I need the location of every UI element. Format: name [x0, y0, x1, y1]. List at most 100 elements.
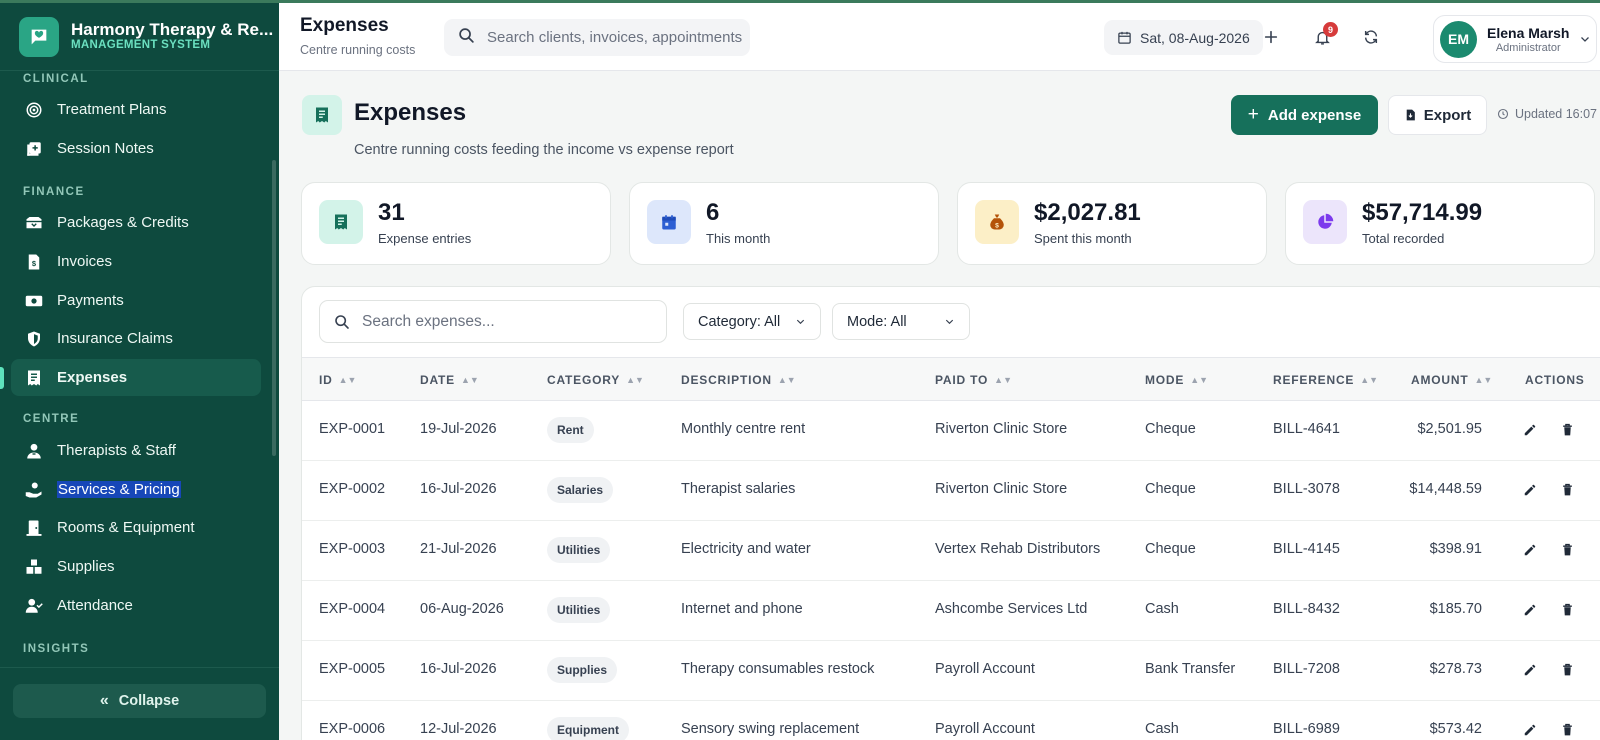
sidebar-item-supplies[interactable]: Supplies — [11, 548, 261, 585]
stat-value: $57,714.99 — [1362, 199, 1483, 226]
brand[interactable]: Harmony Therapy & Re... MANAGEMENT SYSTE… — [0, 3, 279, 71]
table-row[interactable]: EXP-0006 12-Jul-2026 Equipment Sensory swin… — [302, 701, 1600, 740]
cell-date: 06-Aug-2026 — [420, 601, 504, 617]
sidebar-scrollbar[interactable] — [272, 160, 276, 456]
collapse-button[interactable]: « Collapse — [13, 684, 266, 718]
door-icon — [25, 519, 43, 537]
table-row[interactable]: EXP-0004 06-Aug-2026 Utilities Internet and… — [302, 581, 1600, 641]
sidebar-item-rooms-equipment[interactable]: Rooms & Equipment — [11, 509, 261, 546]
sidebar-item-treatment-plans[interactable]: Treatment Plans — [11, 91, 261, 128]
delete-icon[interactable] — [1558, 481, 1576, 499]
edit-icon[interactable] — [1521, 601, 1539, 619]
sidebar-item-payments[interactable]: Payments — [11, 282, 261, 319]
mode-filter[interactable]: Mode: All — [832, 303, 970, 340]
stat-card-entries: 31 Expense entries — [301, 182, 611, 265]
category-filter[interactable]: Category: All — [683, 303, 821, 340]
stat-label: Total recorded — [1362, 231, 1445, 246]
calendar-icon — [647, 200, 691, 244]
sort-icon: ▲▼ — [1474, 375, 1493, 385]
edit-icon[interactable] — [1521, 421, 1539, 439]
cell-paid-to: Riverton Clinic Store — [935, 481, 1068, 497]
table-row[interactable]: EXP-0005 16-Jul-2026 Supplies Therapy consu… — [302, 641, 1600, 701]
column-header-mode[interactable]: MODE ▲▼ — [1145, 373, 1208, 387]
table-search[interactable] — [319, 300, 667, 343]
cell-date: 19-Jul-2026 — [420, 421, 497, 437]
global-search[interactable] — [444, 19, 750, 56]
stat-label: This month — [706, 231, 771, 246]
sort-icon: ▲▼ — [777, 375, 796, 385]
page-subtitle: Centre running costs feeding the income … — [354, 142, 734, 158]
category-badge: Equipment — [547, 717, 629, 740]
sidebar-item-label: Supplies — [57, 558, 115, 575]
column-header-description[interactable]: DESCRIPTION ▲▼ — [681, 373, 796, 387]
global-search-input[interactable] — [487, 29, 743, 46]
sidebar-item-attendance[interactable]: Attendance — [11, 587, 261, 624]
sidebar-item-expenses[interactable]: Expenses — [11, 359, 261, 396]
delete-icon[interactable] — [1558, 661, 1576, 679]
delete-icon[interactable] — [1558, 421, 1576, 439]
avatar: EM — [1440, 20, 1477, 58]
cell-description: Monthly centre rent — [681, 421, 806, 437]
edit-icon[interactable] — [1521, 541, 1539, 559]
header-title: Expenses — [300, 15, 389, 36]
sidebar-item-session-notes[interactable]: Session Notes — [11, 130, 261, 167]
delete-icon[interactable] — [1558, 601, 1576, 619]
edit-icon[interactable] — [1521, 481, 1539, 499]
sidebar-item-packages-credits[interactable]: Packages & Credits — [11, 204, 261, 241]
cell-reference: BILL-6989 — [1273, 721, 1340, 737]
cell-date: 12-Jul-2026 — [420, 721, 497, 737]
column-header-paid-to[interactable]: PAID TO ▲▼ — [935, 373, 1012, 387]
cell-amount: $14,448.59 — [1409, 481, 1482, 497]
sidebar-item-label: Treatment Plans — [57, 101, 167, 118]
table-row[interactable]: EXP-0001 19-Jul-2026 Rent Monthly centre re… — [302, 401, 1600, 461]
notifications-button[interactable]: 9 — [1309, 22, 1338, 50]
cell-reference: BILL-8432 — [1273, 601, 1340, 617]
last-updated-text: Updated 16:07 — [1515, 107, 1598, 121]
table-row[interactable]: EXP-0002 16-Jul-2026 Salaries Therapist sal… — [302, 461, 1600, 521]
add-expense-button[interactable]: + Add expense — [1231, 95, 1378, 135]
sort-icon: ▲▼ — [460, 375, 479, 385]
export-button[interactable]: Export — [1388, 95, 1487, 135]
sidebar-item-invoices[interactable]: $ Invoices — [11, 243, 261, 280]
sidebar-item-label: Rooms & Equipment — [57, 519, 195, 536]
delete-icon[interactable] — [1558, 541, 1576, 559]
table-row[interactable]: EXP-0003 21-Jul-2026 Utilities Electricity … — [302, 521, 1600, 581]
refresh-button[interactable] — [1358, 24, 1384, 50]
edit-icon[interactable] — [1521, 661, 1539, 679]
column-header-reference[interactable]: REFERENCE ▲▼ — [1273, 373, 1378, 387]
cell-paid-to: Payroll Account — [935, 721, 1035, 737]
cell-id: EXP-0003 — [319, 541, 386, 557]
sidebar-item-insurance-claims[interactable]: Insurance Claims — [11, 320, 261, 357]
pie-chart-icon — [1303, 200, 1347, 244]
sort-icon: ▲▼ — [1360, 375, 1379, 385]
cell-description: Therapist salaries — [681, 481, 796, 497]
chevrons-left-icon: « — [99, 692, 109, 709]
sidebar-item-therapists-staff[interactable]: Therapists & Staff — [11, 432, 261, 469]
last-updated: Updated 16:07 — [1497, 107, 1597, 121]
column-header-category[interactable]: CATEGORY ▲▼ — [547, 373, 644, 387]
sidebar-item-label: Packages & Credits — [57, 214, 189, 231]
edit-icon[interactable] — [1521, 721, 1539, 739]
date-display[interactable]: Sat, 08-Aug-2026 — [1104, 20, 1263, 55]
sidebar-item-label: Insurance Claims — [57, 330, 173, 347]
sidebar-item-services-pricing[interactable]: Services & Pricing — [11, 471, 261, 508]
hand-coin-icon — [25, 481, 43, 499]
cell-mode: Cheque — [1145, 541, 1196, 557]
calendar-icon — [1118, 31, 1131, 44]
notification-badge: 9 — [1323, 22, 1338, 37]
stat-card-spent-month: $ $2,027.81 Spent this month — [957, 182, 1267, 265]
column-header-date[interactable]: DATE ▲▼ — [420, 373, 479, 387]
chevron-down-icon — [796, 319, 805, 325]
column-header-id[interactable]: ID ▲▼ — [319, 373, 356, 387]
add-button[interactable] — [1258, 24, 1284, 50]
user-menu[interactable]: EM Elena Marsh Administrator — [1433, 15, 1597, 63]
brand-title: Harmony Therapy & Re... — [71, 20, 274, 40]
stat-label: Expense entries — [378, 231, 472, 246]
package-icon — [25, 214, 43, 232]
column-header-amount[interactable]: AMOUNT ▲▼ — [1411, 373, 1492, 387]
active-indicator — [0, 367, 4, 389]
delete-icon[interactable] — [1558, 721, 1576, 739]
table-search-input[interactable] — [362, 312, 662, 331]
sidebar-footer: « Collapse — [0, 667, 279, 740]
file-export-icon — [1406, 109, 1415, 121]
